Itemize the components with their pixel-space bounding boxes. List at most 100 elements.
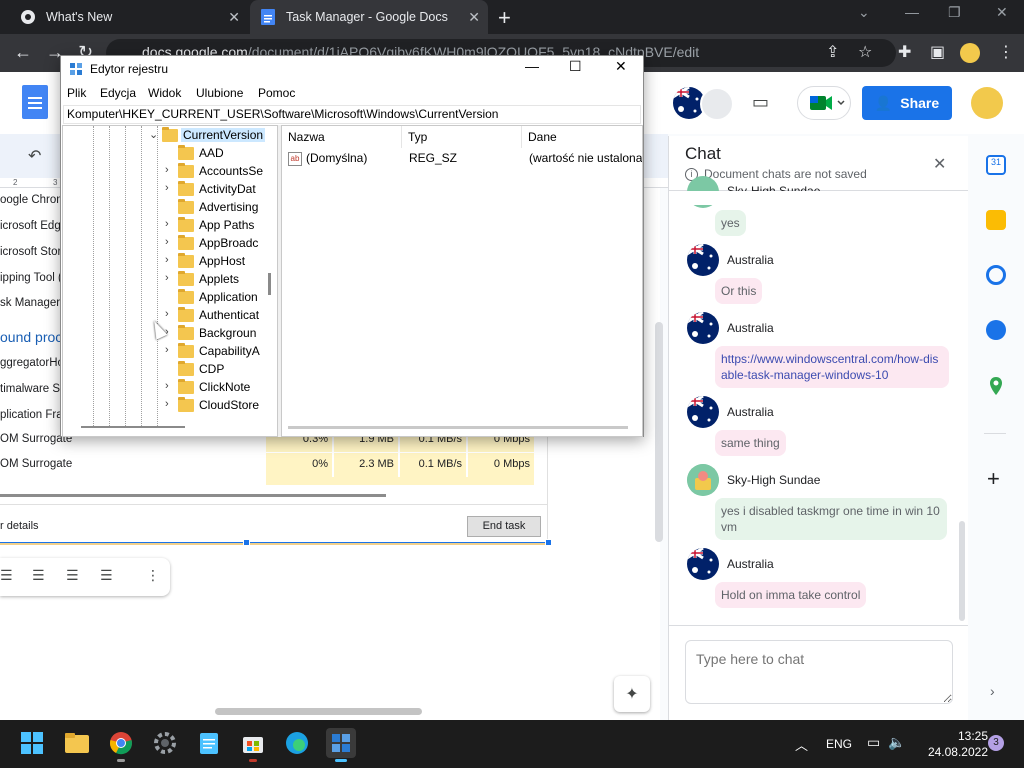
menu-plik[interactable]: Plik xyxy=(67,86,86,100)
chevron-right-icon[interactable]: › xyxy=(990,683,995,699)
registry-key-tree[interactable]: ⌄ CurrentVersion AAD › AccountsSe › Acti… xyxy=(62,125,278,437)
registry-values-list[interactable]: Nazwa Typ Dane ab (Domyślna) REG_SZ (war… xyxy=(281,125,643,437)
fewer-details-link: r details xyxy=(0,520,39,532)
menu-ulubione[interactable]: Ulubione xyxy=(196,86,243,100)
column-header-name[interactable]: Nazwa xyxy=(282,126,402,148)
tree-guide xyxy=(157,126,158,426)
wrap-inline-icon[interactable]: ☰ xyxy=(0,567,13,584)
store-button[interactable] xyxy=(238,728,268,762)
settings-button[interactable] xyxy=(150,728,180,758)
folder-icon xyxy=(178,217,194,232)
chevron-down-icon[interactable]: ⌄ xyxy=(149,128,158,141)
close-window-icon[interactable]: ✕ xyxy=(996,4,1008,21)
share-button[interactable]: 👤 Share xyxy=(862,86,952,120)
tab-task-manager-docs[interactable]: Task Manager - Google Docs ✕ xyxy=(250,0,488,34)
keep-icon[interactable] xyxy=(986,210,1006,230)
wrap-text-icon[interactable]: ☰ xyxy=(32,567,45,584)
notification-badge[interactable]: 3 xyxy=(988,735,1004,751)
chevron-right-icon[interactable]: › xyxy=(165,272,169,284)
minimize-icon[interactable]: — xyxy=(905,4,919,20)
chat-toggle-icon[interactable]: ▭ xyxy=(752,92,769,113)
calendar-icon[interactable]: 31 xyxy=(986,155,1006,175)
start-button[interactable] xyxy=(17,728,47,758)
bookmark-star-icon[interactable]: ☆ xyxy=(858,42,872,62)
restore-icon[interactable]: ❐ xyxy=(948,4,961,21)
folder-icon xyxy=(178,181,194,196)
add-addon-icon[interactable]: + xyxy=(987,466,1000,492)
menu-edycja[interactable]: Edycja xyxy=(100,86,136,100)
column-header-data[interactable]: Dane xyxy=(522,126,642,148)
close-tab-icon[interactable]: ✕ xyxy=(468,9,480,26)
menu-widok[interactable]: Widok xyxy=(148,86,181,100)
menu-kebab-icon[interactable]: ⋮ xyxy=(998,42,1014,62)
side-panel-icon[interactable]: ▣ xyxy=(930,42,945,62)
minimize-icon[interactable]: — xyxy=(525,58,539,74)
docs-logo-icon[interactable] xyxy=(22,85,48,119)
clock[interactable]: 13:25 24.08.2022 xyxy=(918,728,988,760)
chevron-right-icon[interactable]: › xyxy=(165,182,169,194)
tasks-icon[interactable] xyxy=(986,265,1006,285)
anonymous-users-icon[interactable] xyxy=(700,87,734,121)
chevron-right-icon[interactable]: › xyxy=(165,254,169,266)
chevron-right-icon[interactable]: › xyxy=(165,164,169,176)
regedit-taskbar-button[interactable] xyxy=(326,728,356,762)
chevron-right-icon[interactable]: › xyxy=(165,380,169,392)
behind-text-icon[interactable]: ☰ xyxy=(100,567,113,584)
system-tray[interactable]: ▭ 🔈 xyxy=(867,734,906,751)
chevron-right-icon[interactable]: › xyxy=(165,398,169,410)
back-icon[interactable]: ← xyxy=(14,42,32,63)
document-scrollbar[interactable] xyxy=(655,322,663,542)
break-text-icon[interactable]: ☰ xyxy=(66,567,79,584)
edge-button[interactable] xyxy=(282,728,312,758)
person-add-icon: 👤 xyxy=(874,94,893,111)
undo-icon[interactable]: ↶ xyxy=(28,146,41,166)
more-options-icon[interactable]: ⋮ xyxy=(146,567,160,584)
chevron-right-icon[interactable]: › xyxy=(165,218,169,230)
regedit-title-bar[interactable]: Edytor rejestru — ☐ ✕ xyxy=(61,56,643,84)
chat-input[interactable] xyxy=(685,640,953,704)
value-name[interactable]: (Domyślna) xyxy=(306,151,367,165)
tab-search-icon[interactable]: ⌄ xyxy=(858,4,870,21)
chrome-icon xyxy=(20,9,36,25)
resize-handle[interactable] xyxy=(243,539,250,546)
user-avatar[interactable] xyxy=(971,87,1003,119)
tree-scrollbar[interactable] xyxy=(268,273,271,295)
values-horizontal-scrollbar[interactable] xyxy=(288,426,628,429)
maps-icon[interactable] xyxy=(986,376,1006,396)
ruler-mark: 2 xyxy=(13,178,18,187)
chevron-right-icon[interactable]: › xyxy=(165,344,169,356)
network-icon[interactable]: ▭ xyxy=(867,734,880,751)
process-label: ipping Tool ( xyxy=(0,272,62,284)
tree-horizontal-scrollbar[interactable] xyxy=(81,426,185,428)
chat-scrollbar[interactable] xyxy=(959,521,965,621)
share-page-icon[interactable]: ⇪ xyxy=(826,42,839,62)
file-explorer-button[interactable] xyxy=(62,728,92,758)
chevron-right-icon[interactable]: › xyxy=(165,308,169,320)
document-horizontal-scrollbar[interactable] xyxy=(215,708,422,715)
meet-button[interactable] xyxy=(797,86,851,120)
explore-sparkle-icon[interactable]: ✦ xyxy=(614,676,650,712)
close-tab-icon[interactable]: ✕ xyxy=(228,9,240,26)
extensions-icon[interactable]: ✚ xyxy=(898,42,911,62)
notepad-button[interactable] xyxy=(194,728,224,758)
close-chat-icon[interactable]: ✕ xyxy=(933,154,946,174)
contacts-icon[interactable] xyxy=(986,320,1006,340)
menu-pomoc[interactable]: Pomoc xyxy=(258,86,295,100)
tab-whats-new[interactable]: What's New ✕ xyxy=(12,0,248,34)
tree-node-label: ClickNote xyxy=(199,380,251,394)
volume-icon[interactable]: 🔈 xyxy=(888,734,905,751)
column-header-type[interactable]: Typ xyxy=(402,126,522,148)
chevron-right-icon[interactable]: › xyxy=(165,236,169,248)
language-indicator[interactable]: ENG xyxy=(826,737,852,751)
chrome-taskbar-button[interactable] xyxy=(106,728,136,762)
chat-message-link[interactable]: https://www.windowscentral.com/how-disab… xyxy=(715,346,949,388)
close-icon[interactable]: ✕ xyxy=(615,58,627,75)
profile-avatar[interactable] xyxy=(960,43,980,63)
resize-handle[interactable] xyxy=(545,539,552,546)
new-tab-button[interactable]: + xyxy=(498,5,511,31)
file-explorer-icon xyxy=(65,733,89,753)
chevron-up-icon[interactable]: ︿ xyxy=(795,735,808,754)
maximize-icon[interactable]: ☐ xyxy=(569,58,582,75)
regedit-icon xyxy=(69,62,83,76)
registry-address-bar[interactable]: Komputer\HKEY_CURRENT_USER\Software\Micr… xyxy=(63,105,641,124)
